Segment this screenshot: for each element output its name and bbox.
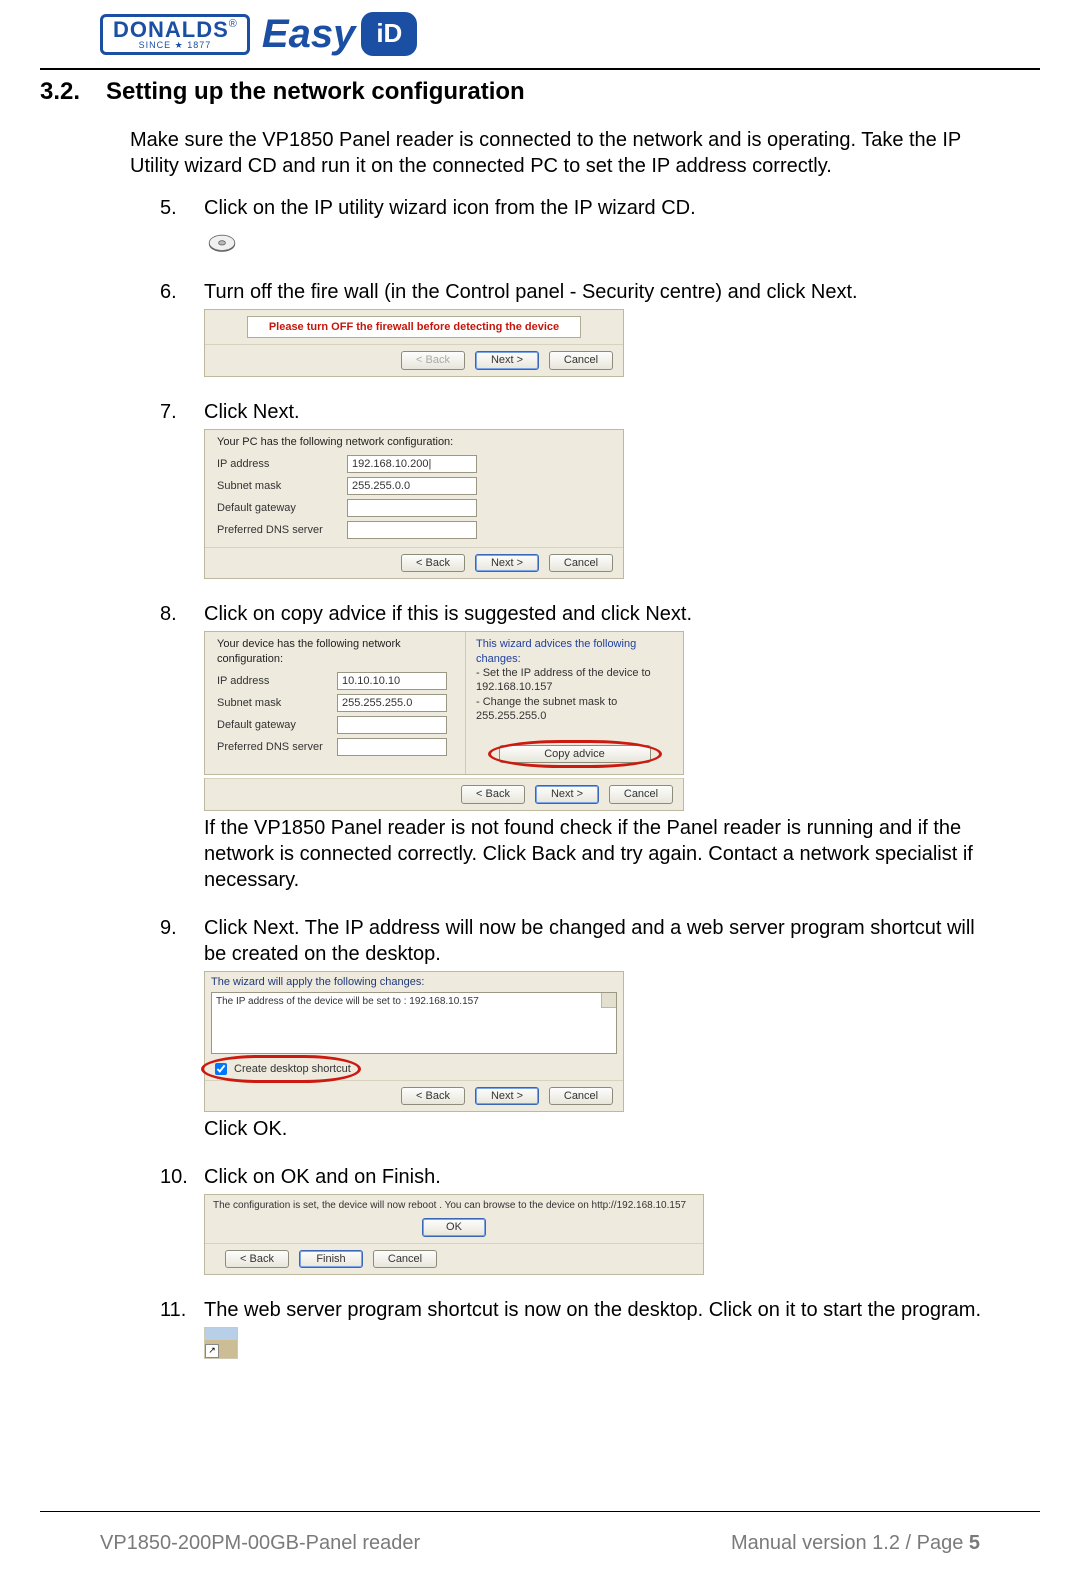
copy-advice-button[interactable]: Copy advice bbox=[499, 745, 651, 763]
footer-version-text: Manual version 1.2 / Page bbox=[731, 1532, 969, 1554]
advice-line-1: - Set the IP address of the device to 19… bbox=[476, 666, 673, 695]
easy-id-logo: Easy iD bbox=[262, 8, 417, 60]
dns-label: Preferred DNS server bbox=[217, 523, 337, 537]
screenshot-firewall-warning: Please turn OFF the firewall before dete… bbox=[204, 309, 624, 377]
step-text: Click on OK and on Finish. bbox=[204, 1164, 1000, 1190]
gateway-label: Default gateway bbox=[217, 501, 337, 515]
donalds-logo: DONALDS® SINCE ★ 1877 bbox=[100, 14, 250, 55]
mask-label: Subnet mask bbox=[217, 479, 337, 493]
gateway-field[interactable] bbox=[347, 499, 477, 517]
ip-field[interactable]: 10.10.10.10 bbox=[337, 672, 447, 690]
cancel-button[interactable]: Cancel bbox=[549, 351, 613, 369]
section-number: 3.2. bbox=[40, 76, 80, 107]
next-button[interactable]: Next > bbox=[475, 351, 539, 369]
step-text: Click on copy advice if this is suggeste… bbox=[204, 601, 1000, 627]
gateway-label: Default gateway bbox=[217, 718, 327, 732]
donalds-since: SINCE ★ 1877 bbox=[113, 41, 237, 50]
checkbox-label: Create desktop shortcut bbox=[234, 1062, 351, 1076]
step-6: 6. Turn off the fire wall (in the Contro… bbox=[160, 279, 1000, 377]
change-line: The IP address of the device will be set… bbox=[216, 996, 479, 1007]
footer-rule bbox=[40, 1511, 1040, 1512]
screenshot-device-network-config: Your device has the following network co… bbox=[204, 631, 684, 775]
back-button[interactable]: < Back bbox=[401, 554, 465, 572]
apply-changes-title: The wizard will apply the following chan… bbox=[205, 972, 623, 992]
step-7: 7. Click Next. Your PC has the following… bbox=[160, 399, 1000, 580]
cancel-button[interactable]: Cancel bbox=[549, 1087, 613, 1105]
back-button[interactable]: < Back bbox=[401, 1087, 465, 1105]
config-caption: Your PC has the following network config… bbox=[205, 430, 623, 451]
step-text: Click Next. The IP address will now be c… bbox=[204, 915, 1000, 967]
step-number: 5. bbox=[160, 195, 190, 221]
page-footer: VP1850-200PM-00GB-Panel reader Manual ve… bbox=[40, 1530, 1040, 1556]
donalds-brand: DONALDS bbox=[113, 17, 229, 42]
step-11: 11. The web server program shortcut is n… bbox=[160, 1297, 1000, 1359]
dns-field[interactable] bbox=[337, 738, 447, 756]
step-number: 9. bbox=[160, 915, 190, 967]
mask-field[interactable]: 255.255.0.0 bbox=[347, 477, 477, 495]
step-number: 8. bbox=[160, 601, 190, 627]
cancel-button[interactable]: Cancel bbox=[549, 554, 613, 572]
section-intro: Make sure the VP1850 Panel reader is con… bbox=[130, 127, 1000, 179]
checkbox-input[interactable] bbox=[215, 1063, 227, 1075]
step-5: 5. Click on the IP utility wizard icon f… bbox=[160, 195, 1000, 257]
back-button[interactable]: < Back bbox=[401, 351, 465, 369]
dns-field[interactable] bbox=[347, 521, 477, 539]
section-title: Setting up the network configuration bbox=[106, 76, 525, 107]
footer-version-page: Manual version 1.2 / Page 5 bbox=[731, 1530, 980, 1556]
advice-title: This wizard advices the following change… bbox=[476, 637, 673, 666]
footer-doc-id: VP1850-200PM-00GB-Panel reader bbox=[100, 1530, 420, 1556]
footer-page-number: 5 bbox=[969, 1532, 980, 1554]
device-config-caption: Your device has the following network co… bbox=[205, 632, 465, 668]
step-number: 10. bbox=[160, 1164, 190, 1190]
cancel-button[interactable]: Cancel bbox=[373, 1250, 437, 1268]
scroll-stub-icon bbox=[601, 993, 616, 1008]
create-shortcut-checkbox[interactable]: Create desktop shortcut bbox=[211, 1060, 351, 1078]
step-9-followup: Click OK. bbox=[204, 1116, 1000, 1142]
screenshot-pc-network-config: Your PC has the following network config… bbox=[204, 429, 624, 580]
step-number: 11. bbox=[160, 1297, 190, 1323]
screenshot-apply-changes: The wizard will apply the following chan… bbox=[204, 971, 624, 1113]
header-rule bbox=[40, 68, 1040, 70]
step-text: Click on the IP utility wizard icon from… bbox=[204, 195, 1000, 221]
cancel-button[interactable]: Cancel bbox=[609, 785, 673, 803]
step-number: 7. bbox=[160, 399, 190, 425]
ip-field[interactable]: 192.168.10.200| bbox=[347, 455, 477, 473]
dns-label: Preferred DNS server bbox=[217, 740, 327, 754]
config-set-message: The configuration is set, the device wil… bbox=[205, 1195, 703, 1216]
section-3-2: 3.2. Setting up the network configuratio… bbox=[40, 76, 1040, 1359]
mask-label: Subnet mask bbox=[217, 696, 327, 710]
mask-field[interactable]: 255.255.255.0 bbox=[337, 694, 447, 712]
advice-line-2: - Change the subnet mask to 255.255.255.… bbox=[476, 695, 673, 724]
next-button[interactable]: Next > bbox=[535, 785, 599, 803]
screenshot-config-set: The configuration is set, the device wil… bbox=[204, 1194, 704, 1275]
id-badge: iD bbox=[361, 12, 417, 56]
step-9: 9. Click Next. The IP address will now b… bbox=[160, 915, 1000, 1143]
back-button[interactable]: < Back bbox=[225, 1250, 289, 1268]
step-8-followup: If the VP1850 Panel reader is not found … bbox=[204, 815, 980, 893]
firewall-warning-text: Please turn OFF the firewall before dete… bbox=[247, 316, 581, 338]
back-button[interactable]: < Back bbox=[461, 785, 525, 803]
step-text: Turn off the fire wall (in the Control p… bbox=[204, 279, 1000, 305]
document-page: DONALDS® SINCE ★ 1877 Easy iD 3.2. Setti… bbox=[0, 0, 1080, 1586]
ip-label: IP address bbox=[217, 674, 327, 688]
step-10: 10. Click on OK and on Finish. The confi… bbox=[160, 1164, 1000, 1275]
ok-button[interactable]: OK bbox=[422, 1218, 486, 1236]
easy-text: Easy bbox=[262, 8, 355, 60]
ip-label: IP address bbox=[217, 457, 337, 471]
header-logos: DONALDS® SINCE ★ 1877 Easy iD bbox=[40, 0, 1040, 66]
step-8: 8. Click on copy advice if this is sugge… bbox=[160, 601, 1000, 892]
desktop-shortcut-icon: ↗ bbox=[204, 1327, 238, 1359]
changes-textbox: The IP address of the device will be set… bbox=[211, 992, 617, 1054]
shortcut-arrow-icon: ↗ bbox=[205, 1344, 219, 1358]
next-button[interactable]: Next > bbox=[475, 1087, 539, 1105]
ip-wizard-cd-icon bbox=[204, 227, 240, 257]
step-text: Click Next. bbox=[204, 399, 1000, 425]
step-number: 6. bbox=[160, 279, 190, 305]
gateway-field[interactable] bbox=[337, 716, 447, 734]
next-button[interactable]: Next > bbox=[475, 554, 539, 572]
screenshot-buttons-row: < Back Next > Cancel bbox=[204, 778, 684, 810]
registered-mark: ® bbox=[229, 18, 237, 30]
step-text: The web server program shortcut is now o… bbox=[204, 1297, 1000, 1323]
finish-button[interactable]: Finish bbox=[299, 1250, 363, 1268]
